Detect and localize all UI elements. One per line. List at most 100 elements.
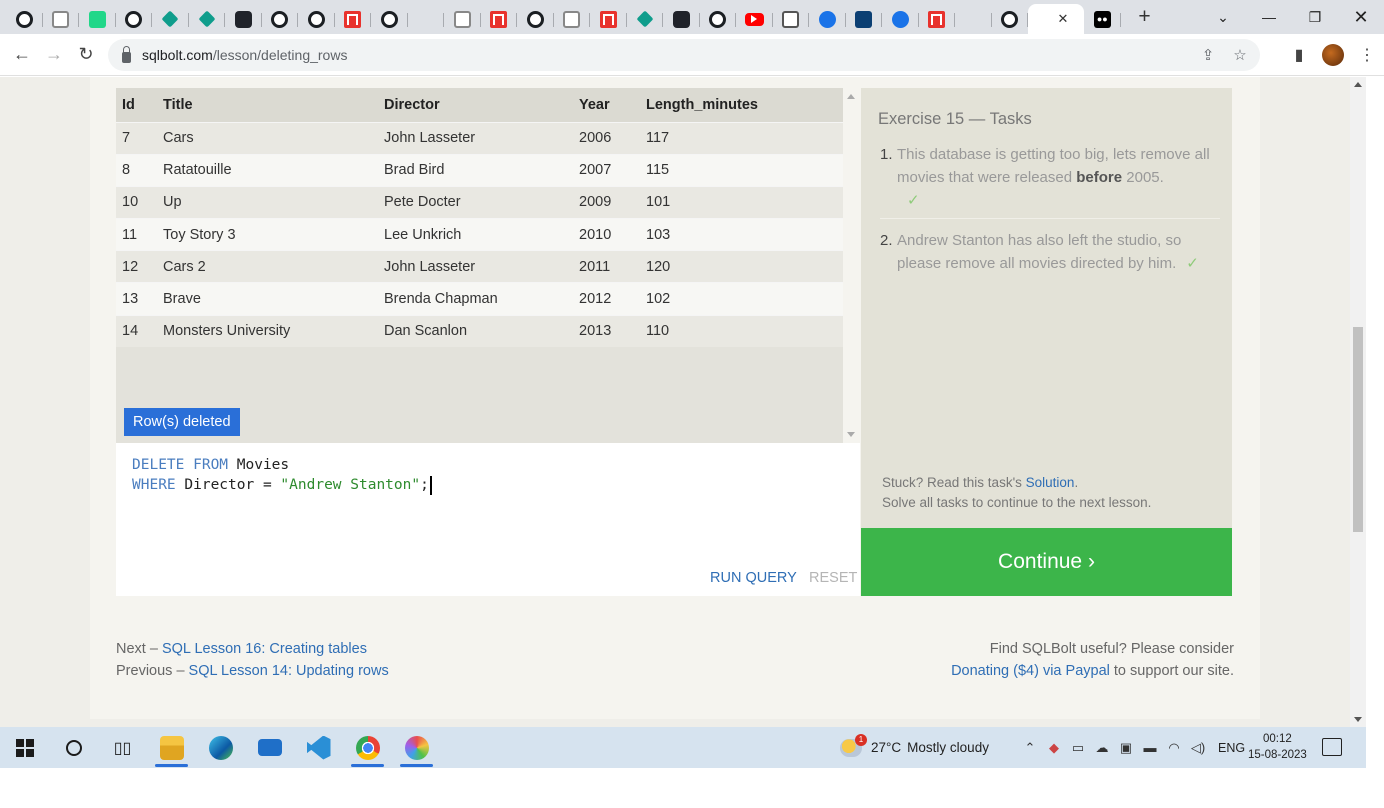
clock[interactable]: 00:12 15-08-2023 (1248, 731, 1307, 763)
help-label: Solve all tasks to continue to the next … (882, 495, 1152, 510)
wifi-icon[interactable]: ◠ (1162, 740, 1186, 756)
paint-button[interactable] (392, 727, 441, 768)
browser-tab[interactable] (554, 4, 591, 34)
browser-tab[interactable] (262, 4, 299, 34)
donate-link[interactable]: Donating ($4) via Paypal (951, 663, 1110, 679)
browser-tab[interactable] (481, 4, 518, 34)
task-text-bold: before (1076, 169, 1123, 186)
search-icon (65, 739, 82, 756)
browser-tab[interactable] (736, 4, 773, 34)
table-cell: 117 (640, 121, 843, 155)
results-table: Id Title Director Year Length_minutes 7 Cars J… (116, 88, 843, 348)
browser-tab[interactable] (225, 4, 262, 34)
continue-button[interactable]: Continue › (861, 528, 1232, 596)
youtube-icon (744, 12, 764, 26)
sql-editor[interactable]: DELETE FROM Movies WHERE Director = "And… (116, 443, 860, 596)
table-cell: John Lasseter (378, 250, 573, 283)
github-icon (709, 10, 727, 28)
browser-tab[interactable] (590, 4, 627, 34)
minimize-button[interactable]: — (1246, 0, 1292, 34)
browser-tab[interactable] (955, 4, 992, 34)
browser-tab-active[interactable]: ✕ (1028, 4, 1084, 34)
scroll-up-arrow-icon[interactable] (1354, 82, 1362, 87)
profile-avatar[interactable] (1316, 38, 1350, 72)
search-button[interactable] (49, 727, 98, 768)
start-button[interactable] (0, 727, 49, 768)
browser-tab[interactable] (992, 4, 1029, 34)
back-button[interactable]: ← (6, 39, 38, 71)
language-indicator[interactable]: ENG (1218, 741, 1245, 755)
forward-button[interactable]: → (38, 39, 70, 71)
share-icon[interactable]: ⇪ (1198, 45, 1218, 65)
restore-button[interactable]: ❐ (1292, 0, 1338, 34)
scroll-up-arrow-icon[interactable] (847, 94, 855, 99)
task-text: 2005. (1122, 169, 1164, 186)
browser-tab[interactable] (189, 4, 226, 34)
browser-tab[interactable] (444, 4, 481, 34)
browser-tab[interactable] (882, 4, 919, 34)
results-scrollbar[interactable] (843, 88, 858, 443)
nav-label: Previous – (116, 663, 189, 679)
address-bar[interactable]: sqlbolt.com/lesson/deleting_rows ⇪ ☆ (108, 39, 1260, 71)
cloud-off-icon[interactable]: ☁ (1090, 740, 1114, 756)
weather-widget[interactable]: 1 27°C Mostly cloudy (840, 727, 989, 768)
nyx-icon (563, 10, 581, 28)
browser-tab[interactable]: ●● (1084, 4, 1121, 34)
browser-tab[interactable] (627, 4, 664, 34)
antivirus-icon[interactable]: ◆ (1042, 740, 1066, 756)
palette-icon (404, 735, 429, 760)
browser-tab[interactable] (6, 4, 43, 34)
bookmark-star-icon[interactable]: ☆ (1230, 45, 1250, 65)
previous-lesson-link[interactable]: SQL Lesson 14: Updating rows (189, 663, 389, 679)
lock-icon[interactable] (122, 45, 131, 63)
file-explorer-button[interactable] (147, 727, 196, 768)
browser-tab[interactable] (335, 4, 372, 34)
chevron-up-icon[interactable]: ⌃ (1018, 740, 1042, 756)
close-tab-icon[interactable]: ✕ (1058, 11, 1069, 27)
run-query-button[interactable]: RUN QUERY (710, 570, 797, 586)
scroll-down-arrow-icon[interactable] (1354, 717, 1362, 722)
meet-icon[interactable]: ▣ (1114, 740, 1138, 756)
display-icon[interactable]: ▭ (1066, 740, 1090, 756)
menu-kebab-icon[interactable]: ⋮ (1350, 38, 1384, 72)
notification-icon[interactable] (1322, 738, 1342, 756)
browser-tab[interactable] (43, 4, 80, 34)
battery-icon[interactable]: ▬ (1138, 740, 1162, 755)
table-cell: 2006 (573, 121, 640, 155)
browser-tab[interactable] (79, 4, 116, 34)
solution-link[interactable]: Solution (1026, 475, 1075, 490)
github-icon (307, 10, 325, 28)
browser-tab[interactable] (408, 4, 445, 34)
chrome-button[interactable] (343, 727, 392, 768)
scroll-down-arrow-icon[interactable] (847, 432, 855, 437)
browser-tab[interactable] (116, 4, 153, 34)
mail-button[interactable] (245, 727, 294, 768)
browser-tab[interactable] (663, 4, 700, 34)
browser-tab[interactable] (773, 4, 810, 34)
reload-button[interactable]: ↻ (70, 39, 102, 71)
tasks-panel: Exercise 15 — Tasks 1. This database is … (861, 88, 1232, 528)
browser-tab[interactable] (152, 4, 189, 34)
sql-code[interactable]: DELETE FROM Movies WHERE Director = "And… (132, 455, 432, 495)
vscode-button[interactable] (294, 727, 343, 768)
browser-tab[interactable] (809, 4, 846, 34)
close-window-button[interactable]: ✕ (1338, 0, 1384, 34)
browser-tab[interactable] (517, 4, 554, 34)
new-tab-button[interactable]: + (1127, 2, 1163, 32)
task-view-button[interactable]: ▯▯ (98, 727, 147, 768)
next-lesson-link[interactable]: SQL Lesson 16: Creating tables (162, 641, 367, 657)
browser-tab[interactable] (700, 4, 737, 34)
volume-icon[interactable]: ◁) (1186, 740, 1210, 756)
browser-tab[interactable] (371, 4, 408, 34)
system-tray: ⌃ ◆ ▭ ☁ ▣ ▬ ◠ ◁) ENG (1018, 727, 1246, 768)
tab-search-icon[interactable]: ⌄ (1200, 0, 1246, 34)
table-cell: Toy Story 3 (157, 218, 378, 251)
edge-button[interactable] (196, 727, 245, 768)
side-panel-icon[interactable]: ▮ (1282, 38, 1316, 72)
browser-tab[interactable] (846, 4, 883, 34)
page-scrollbar[interactable] (1350, 77, 1366, 727)
reset-button[interactable]: RESET (809, 570, 857, 586)
scroll-thumb[interactable] (1353, 327, 1363, 532)
browser-tab[interactable] (298, 4, 335, 34)
browser-tab[interactable] (919, 4, 956, 34)
